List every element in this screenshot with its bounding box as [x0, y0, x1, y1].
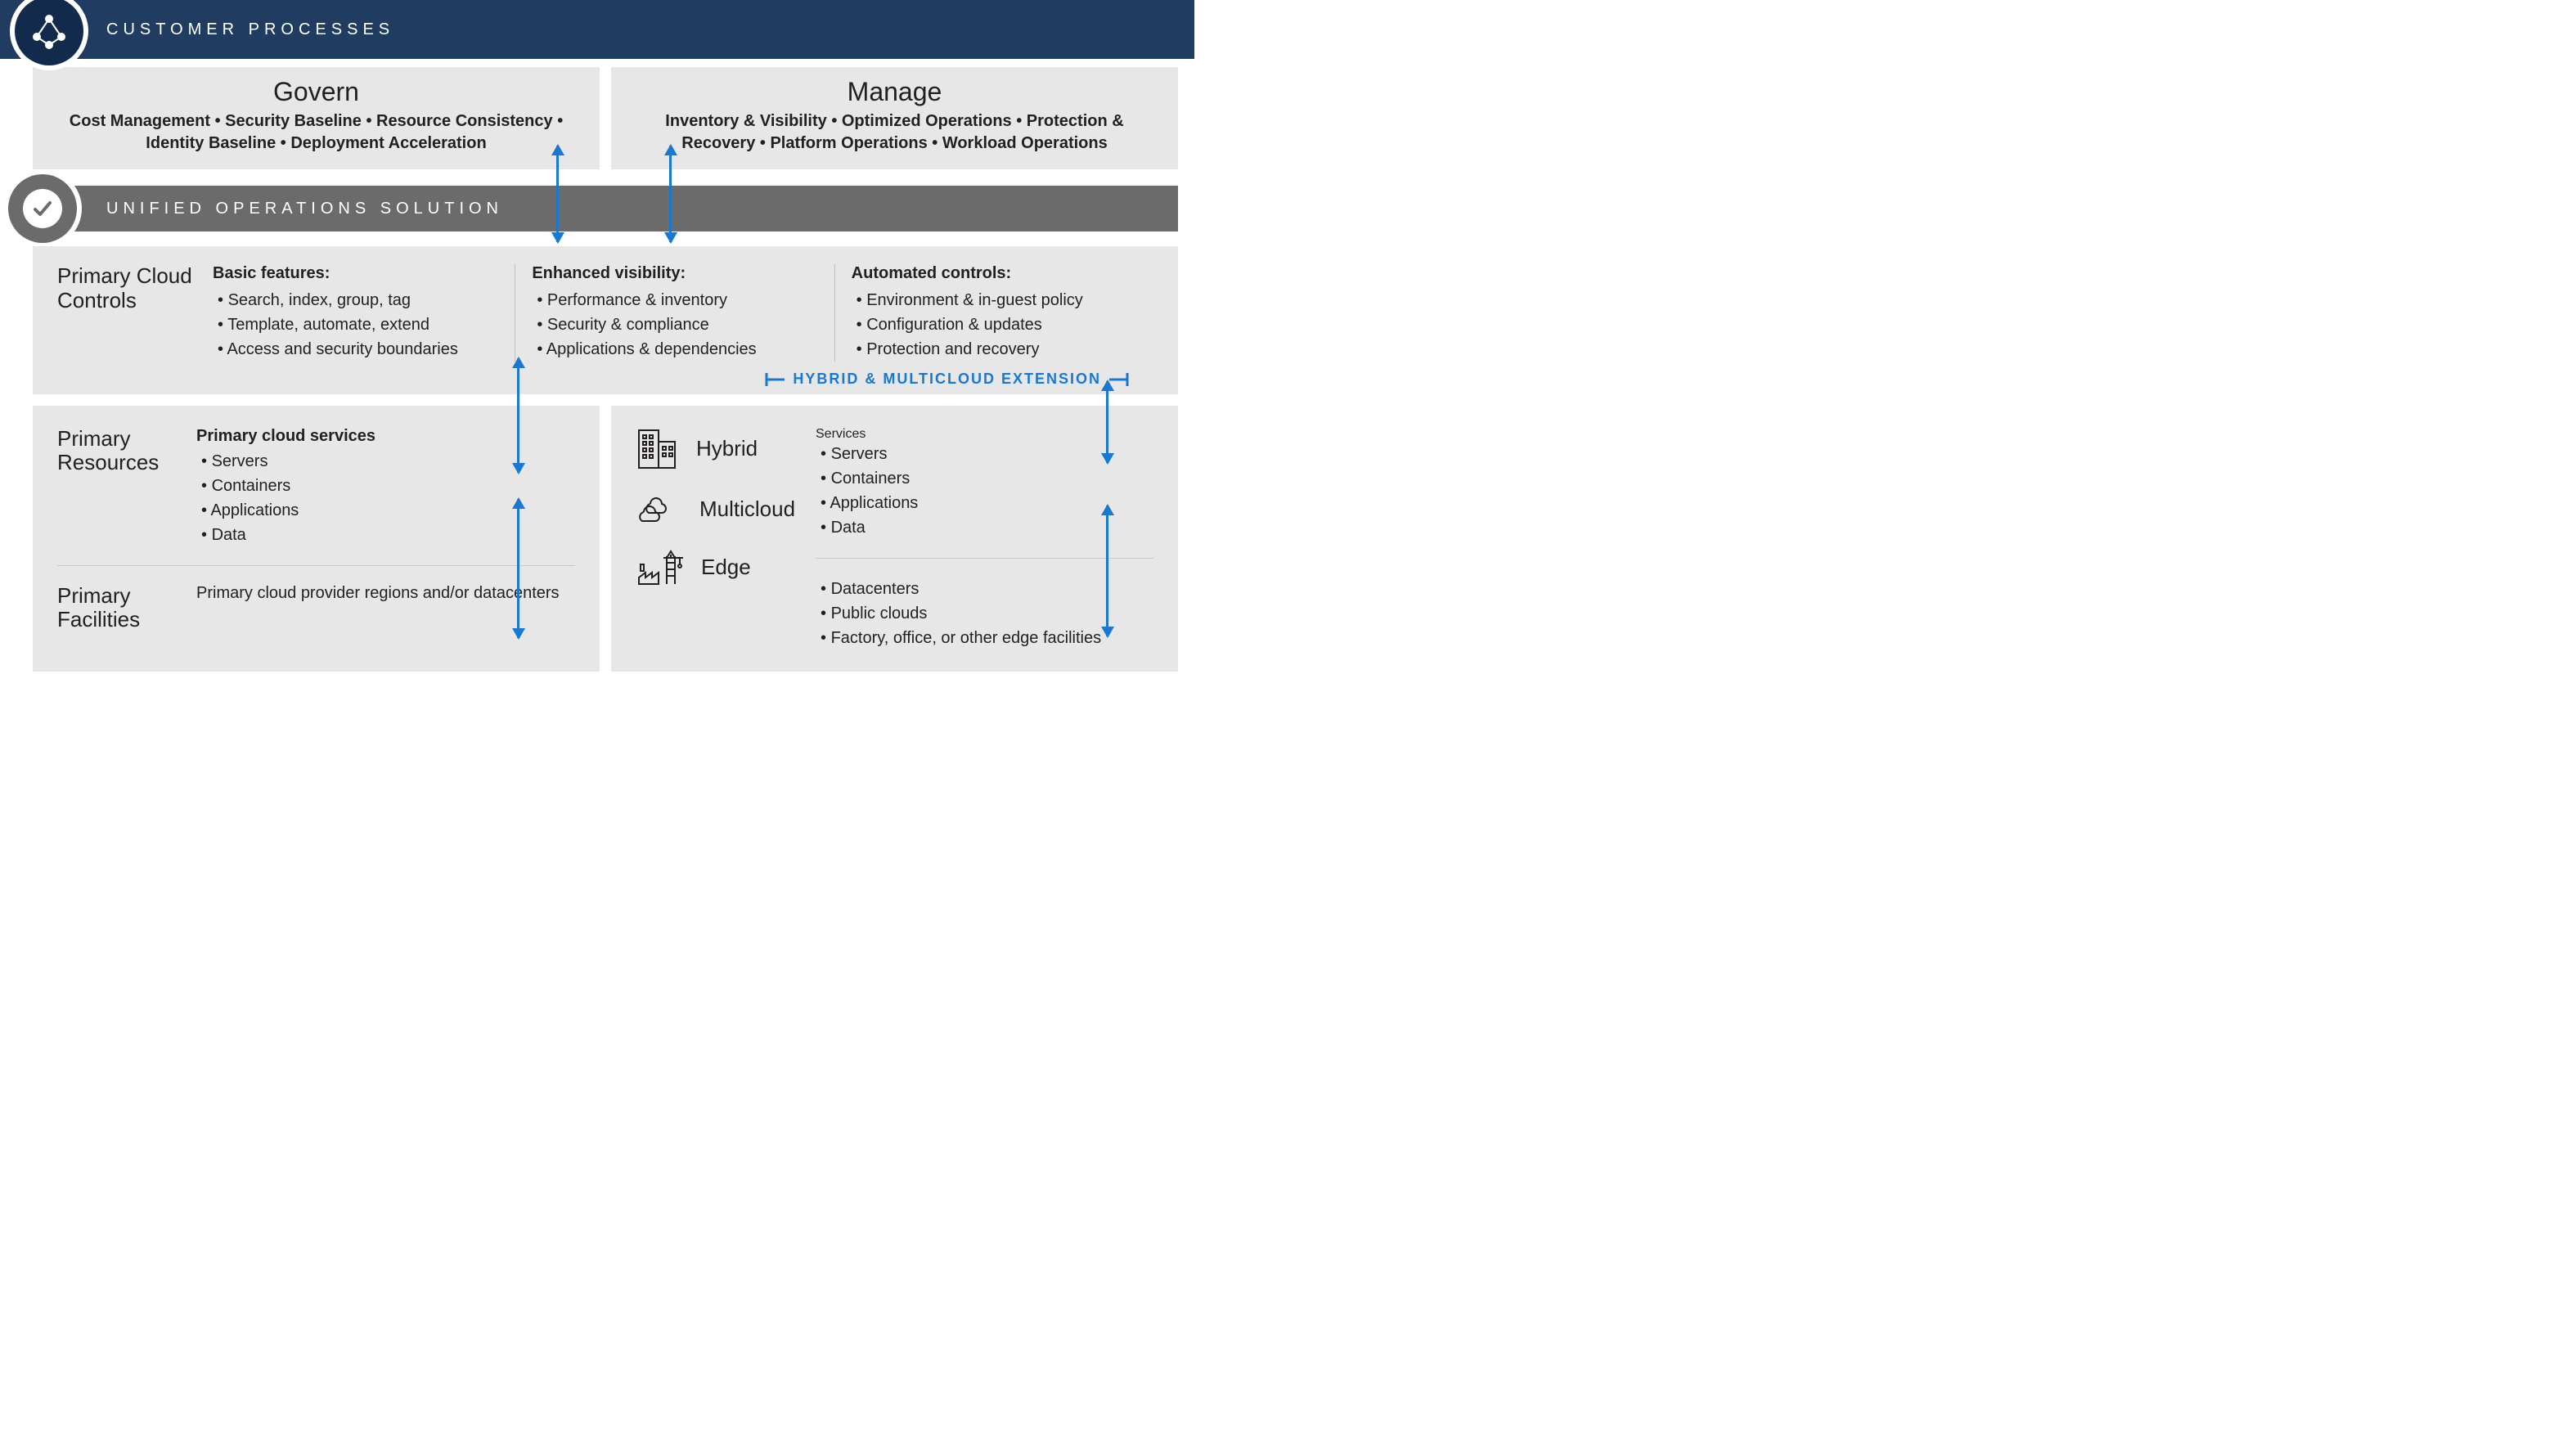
hybrid-multicloud-edge-card: Hybrid Multicloud: [611, 406, 1178, 672]
double-arrow-icon: [669, 146, 672, 242]
hybrid-label: Hybrid: [696, 436, 758, 461]
enhanced-visibility-column: Enhanced visibility: Performance & inven…: [515, 264, 834, 362]
govern-subtitle: Cost Management • Security Baseline • Re…: [57, 110, 575, 155]
process-network-icon: [15, 0, 83, 65]
customer-processes-bar: CUSTOMER PROCESSES: [0, 0, 1194, 59]
double-arrow-icon: [517, 358, 519, 473]
manage-card: Manage Inventory & Visibility • Optimize…: [611, 67, 1178, 169]
primary-cloud-controls-card: Primary Cloud Controls Basic features: S…: [33, 246, 1178, 394]
double-arrow-icon: [556, 146, 559, 242]
govern-card: Govern Cost Management • Security Baseli…: [33, 67, 600, 169]
clouds-icon: [636, 492, 685, 525]
automated-controls-column: Automated controls: Environment & in-gue…: [835, 264, 1153, 362]
basic-features-column: Basic features: Search, index, group, ta…: [196, 264, 515, 362]
buildings-icon: [636, 427, 681, 470]
unified-operations-bar: UNIFIED OPERATIONS SOLUTION: [33, 186, 1178, 231]
double-arrow-icon: [1106, 506, 1108, 636]
double-arrow-icon: [1106, 381, 1108, 463]
primary-facilities-title: Primary Facilities: [57, 584, 196, 631]
bracket-left-icon: [765, 372, 785, 387]
multicloud-label: Multicloud: [699, 497, 795, 522]
govern-title: Govern: [57, 77, 575, 107]
primary-resources-title: Primary Resources: [57, 427, 196, 547]
manage-subtitle: Inventory & Visibility • Optimized Opera…: [636, 110, 1153, 155]
unified-operations-label: UNIFIED OPERATIONS SOLUTION: [106, 200, 503, 218]
customer-processes-label: CUSTOMER PROCESSES: [106, 20, 394, 39]
hybrid-multicloud-extension-label: HYBRID & MULTICLOUD EXTENSION: [765, 371, 1129, 388]
manage-title: Manage: [636, 77, 1153, 107]
checkmark-badge-icon: [8, 174, 77, 243]
double-arrow-icon: [517, 499, 519, 638]
edge-label: Edge: [701, 555, 751, 580]
primary-cloud-controls-title: Primary Cloud Controls: [57, 264, 196, 362]
factory-crane-icon: [636, 548, 686, 586]
